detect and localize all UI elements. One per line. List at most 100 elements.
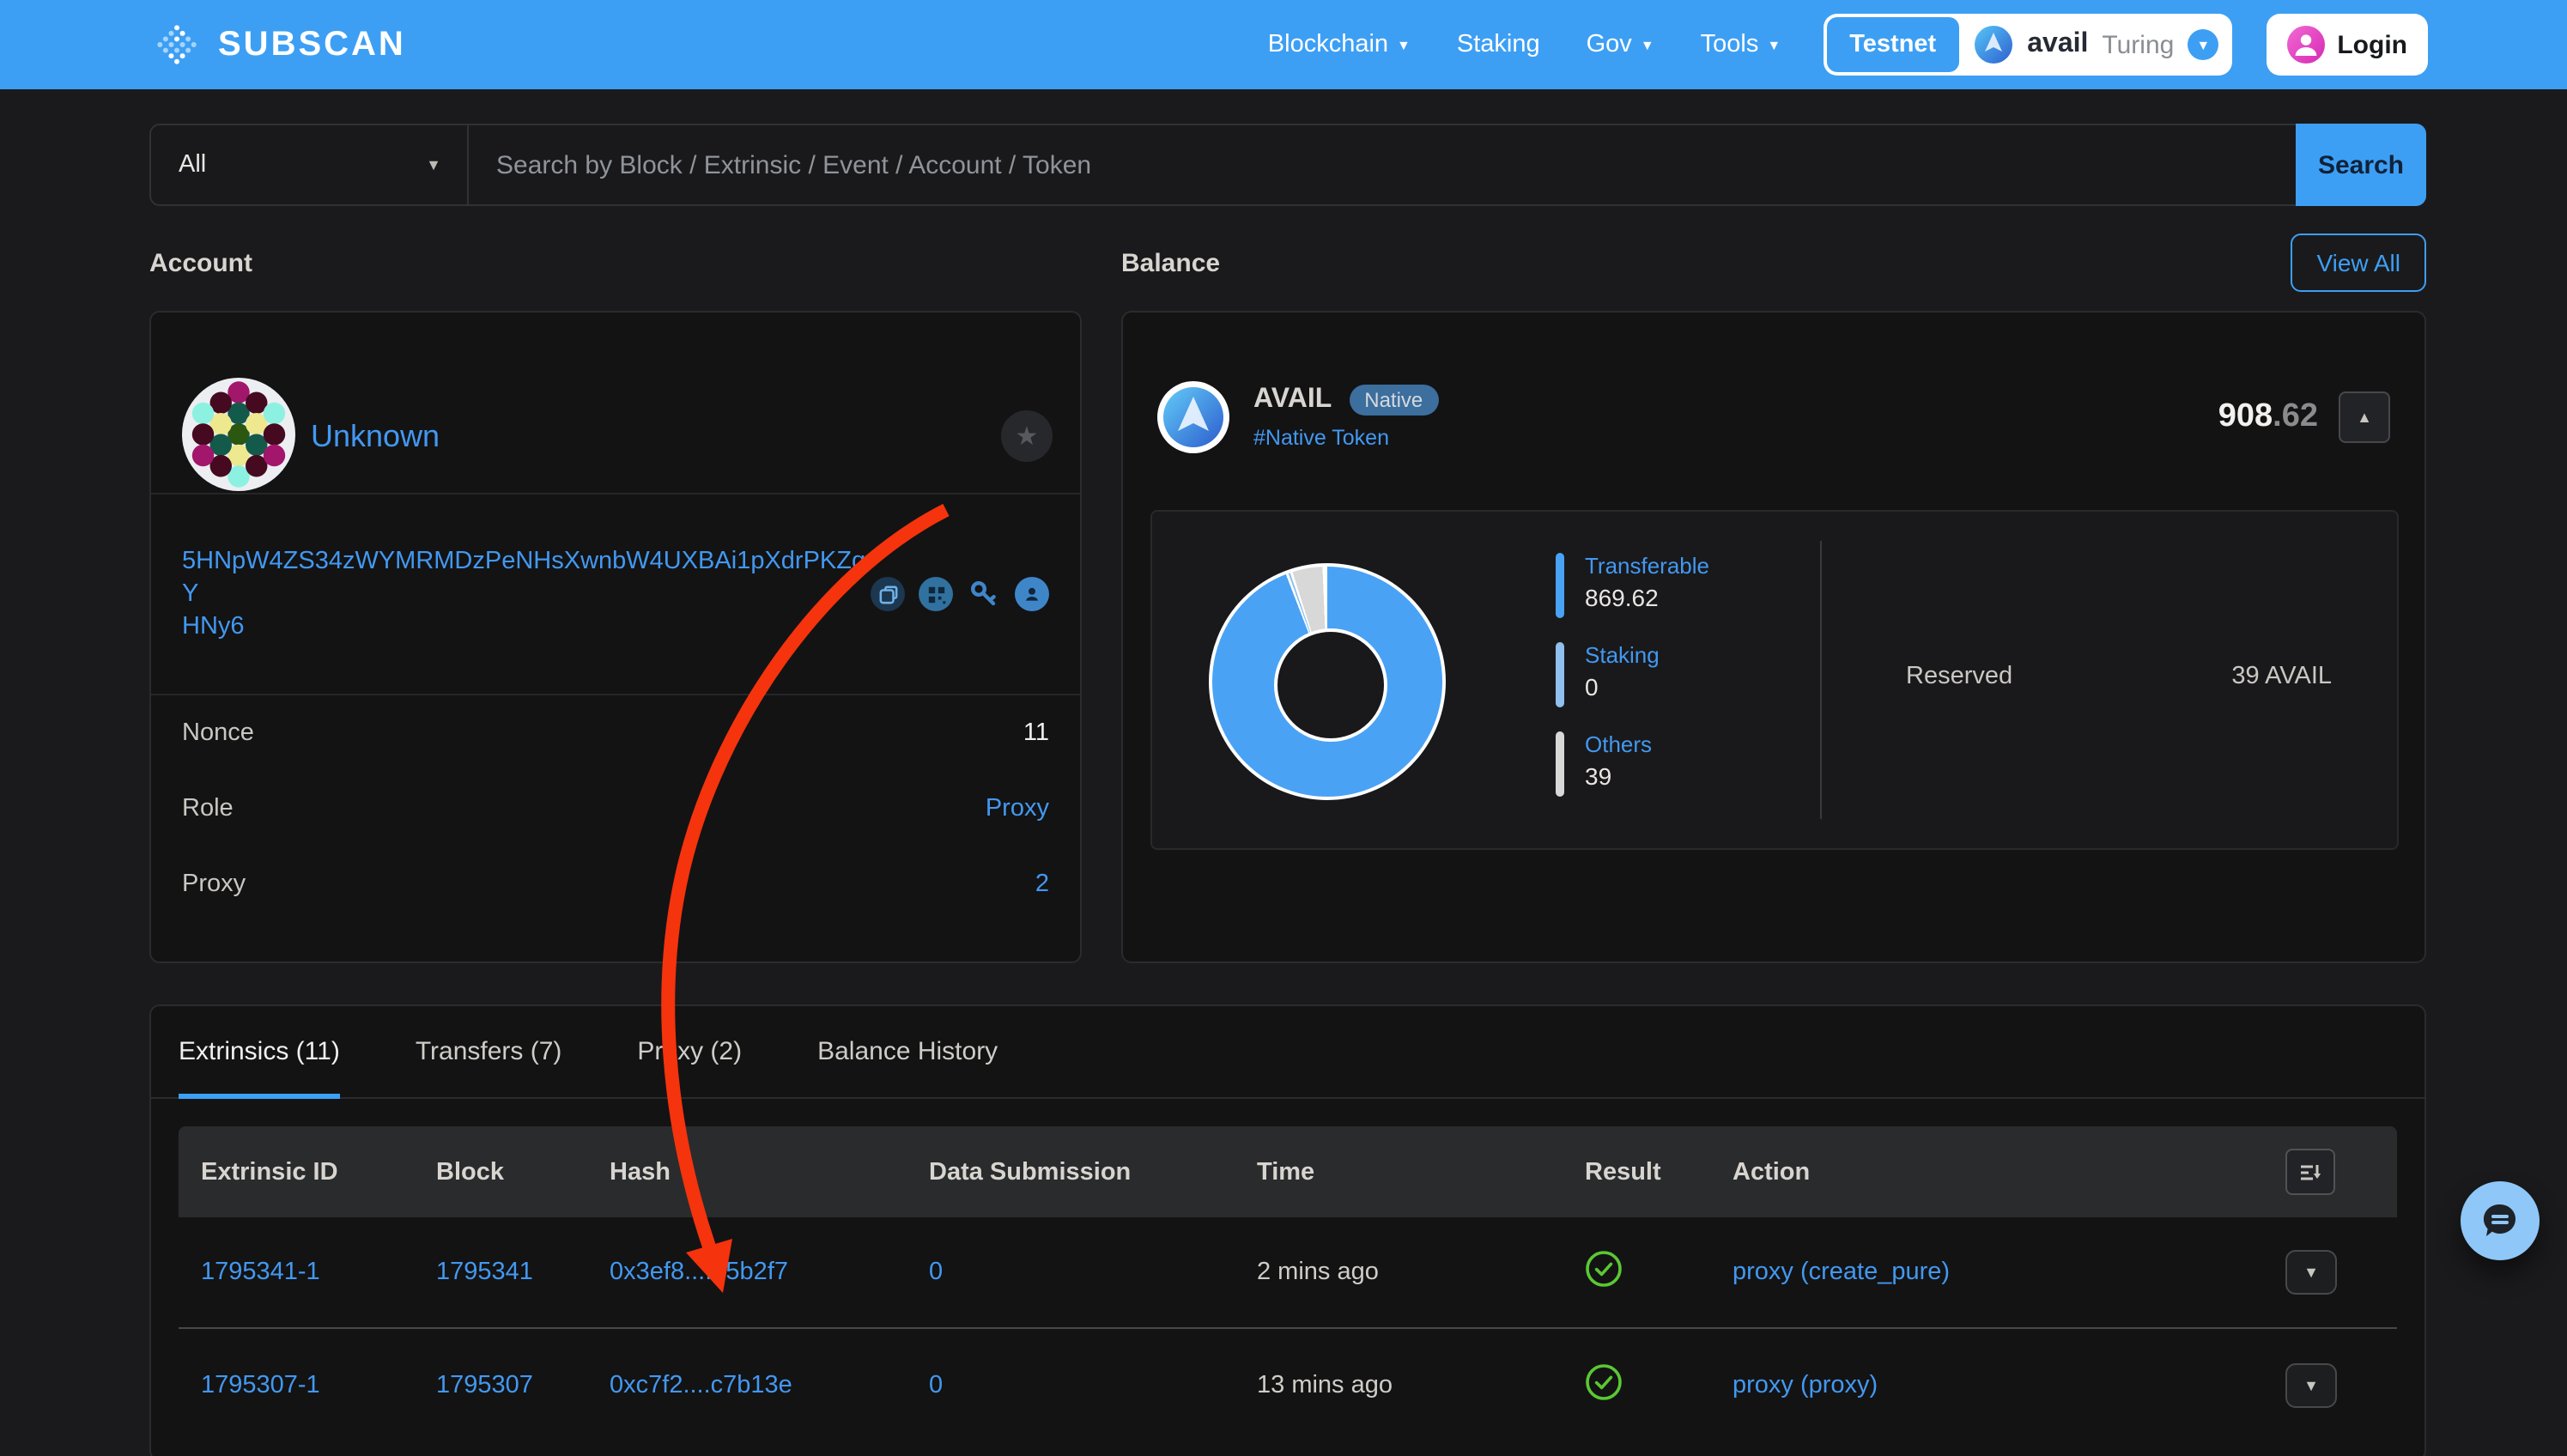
chart-legend: Transferable 869.62 Staking 0 Others 39 xyxy=(1556,553,1709,797)
success-check-icon xyxy=(1585,1250,1623,1288)
caret-down-icon: ▼ xyxy=(2303,1376,2319,1393)
data-submission-link[interactable]: 0 xyxy=(929,1259,1257,1286)
col-data-submission: Data Submission xyxy=(929,1158,1257,1186)
expand-row-button[interactable]: ▼ xyxy=(2285,1362,2337,1407)
chevron-down-icon: ▼ xyxy=(1767,39,1781,53)
extrinsics-table: Extrinsic ID Block Hash Data Submission … xyxy=(179,1126,2397,1441)
tabs: Extrinsics (11) Transfers (7) Proxy (2) … xyxy=(151,1006,2424,1099)
legend-item-transferable[interactable]: Transferable 869.62 xyxy=(1556,553,1709,618)
amount-decimal: .62 xyxy=(2273,398,2318,434)
col-result: Result xyxy=(1585,1158,1733,1186)
chevron-down-icon: ▼ xyxy=(426,156,441,173)
action-link[interactable]: proxy (create_pure) xyxy=(1733,1259,2285,1286)
col-hash: Hash xyxy=(610,1158,929,1186)
field-value-link[interactable]: Proxy xyxy=(986,795,1049,822)
chat-support-button[interactable] xyxy=(2461,1181,2540,1260)
nav-label: Staking xyxy=(1457,31,1540,58)
tab-balance-history[interactable]: Balance History xyxy=(817,1005,998,1098)
cards-row: Unknown ★ 5HNpW4ZS34zWYMRMDzPeNHsXwnbW4U… xyxy=(149,294,2426,963)
expand-row-button[interactable]: ▼ xyxy=(2285,1250,2337,1295)
nav-label: Tools xyxy=(1701,31,1759,58)
result-cell xyxy=(1585,1362,1733,1407)
balance-chart-panel: Transferable 869.62 Staking 0 Others 39 xyxy=(1150,510,2399,850)
network-selector[interactable]: Testnet avail Turing ▼ xyxy=(1824,14,2232,76)
action-link[interactable]: proxy (proxy) xyxy=(1733,1371,2285,1398)
time-cell: 2 mins ago xyxy=(1257,1259,1585,1286)
account-section-title: Account xyxy=(149,248,252,277)
balance-section-title: Balance xyxy=(1121,248,1220,277)
data-submission-link[interactable]: 0 xyxy=(929,1371,1257,1398)
col-action: Action xyxy=(1733,1158,2285,1186)
user-icon xyxy=(2287,26,2325,64)
legend-label: Others xyxy=(1585,731,1652,757)
reserved-value: 39 AVAIL xyxy=(2231,663,2332,690)
chevron-down-icon[interactable]: ▼ xyxy=(2188,29,2218,60)
legend-item-others[interactable]: Others 39 xyxy=(1556,731,1709,797)
legend-label: Transferable xyxy=(1585,553,1709,579)
field-value: 11 xyxy=(1023,719,1049,747)
legend-swatch xyxy=(1556,642,1564,707)
collapse-button[interactable]: ▲ xyxy=(2339,391,2390,443)
legend-swatch xyxy=(1556,731,1564,797)
chevron-down-icon: ▼ xyxy=(1641,39,1654,53)
nav-item-staking[interactable]: Staking xyxy=(1457,31,1540,58)
extrinsic-id-link[interactable]: 1795307-1 xyxy=(201,1371,436,1398)
nav-item-tools[interactable]: Tools ▼ xyxy=(1701,31,1781,58)
hash-link[interactable]: 0xc7f2....c7b13e xyxy=(610,1371,929,1398)
login-button[interactable]: Login xyxy=(2267,14,2428,76)
favorite-star-button[interactable]: ★ xyxy=(1001,410,1053,462)
view-all-button[interactable]: View All xyxy=(2291,234,2426,292)
hash-link[interactable]: 0x3ef8....55b2f7 xyxy=(610,1259,929,1286)
nav-label: Gov xyxy=(1587,31,1632,58)
subscan-logo-icon xyxy=(151,19,203,70)
avail-logo-icon xyxy=(1972,24,2013,65)
caret-up-icon: ▲ xyxy=(2357,409,2372,426)
section-headers: Account Balance View All xyxy=(149,206,2426,294)
search-filter-dropdown[interactable]: All ▼ xyxy=(151,125,469,204)
search-button[interactable]: Search xyxy=(2296,124,2426,206)
tab-proxy[interactable]: Proxy (2) xyxy=(637,1005,742,1098)
account-profile-icon[interactable] xyxy=(1015,577,1049,611)
table-row: 1795307-1 1795307 0xc7f2....c7b13e 0 13 … xyxy=(179,1329,2397,1441)
balance-card: AVAIL Native #Native Token 908.62 ▲ Tran… xyxy=(1121,311,2426,963)
address-actions xyxy=(871,577,1049,611)
col-extrinsic-id: Extrinsic ID xyxy=(201,1158,436,1186)
qr-code-icon[interactable] xyxy=(919,577,953,611)
chevron-down-icon: ▼ xyxy=(1397,39,1411,53)
copy-icon[interactable] xyxy=(871,577,905,611)
nav-label: Blockchain xyxy=(1268,31,1388,58)
account-address[interactable]: 5HNpW4ZS34zWYMRMDzPeNHsXwnbW4UXBAi1pXdrP… xyxy=(182,545,869,643)
subscan-logo[interactable]: SUBSCAN xyxy=(151,19,406,70)
legend-item-staking[interactable]: Staking 0 xyxy=(1556,642,1709,707)
tab-transfers[interactable]: Transfers (7) xyxy=(416,1005,562,1098)
col-block: Block xyxy=(436,1158,610,1186)
success-check-icon xyxy=(1585,1362,1623,1400)
legend-value: 39 xyxy=(1585,762,1652,790)
navbar: SUBSCAN Blockchain ▼ Staking Gov ▼ Tools… xyxy=(0,0,2567,89)
block-link[interactable]: 1795307 xyxy=(436,1371,610,1398)
search-bar: All ▼ Search xyxy=(149,124,2426,206)
testnet-badge[interactable]: Testnet xyxy=(1827,17,1958,72)
network-name: avail xyxy=(2027,29,2088,60)
field-value-link[interactable]: 2 xyxy=(1035,871,1049,898)
legend-label: Staking xyxy=(1585,642,1660,668)
activity-card: Extrinsics (11) Transfers (7) Proxy (2) … xyxy=(149,1004,2426,1456)
nav-item-gov[interactable]: Gov ▼ xyxy=(1587,31,1654,58)
sort-icon xyxy=(2299,1162,2321,1182)
native-token-link[interactable]: #Native Token xyxy=(1253,426,1438,450)
search-input[interactable] xyxy=(469,125,2297,204)
star-icon: ★ xyxy=(1016,423,1039,449)
account-header: Unknown ★ xyxy=(151,312,1080,493)
tab-extrinsics[interactable]: Extrinsics (11) xyxy=(179,1005,340,1098)
block-link[interactable]: 1795341 xyxy=(436,1259,610,1286)
account-fields: Nonce 11 Role Proxy Proxy 2 xyxy=(151,694,1080,922)
key-icon[interactable] xyxy=(967,577,1001,611)
legend-value: 869.62 xyxy=(1585,584,1709,611)
login-label: Login xyxy=(2337,30,2407,59)
field-row-proxy: Proxy 2 xyxy=(182,846,1049,922)
account-display-name[interactable]: Unknown xyxy=(311,419,440,455)
extrinsic-id-link[interactable]: 1795341-1 xyxy=(201,1259,436,1286)
sort-filter-button[interactable] xyxy=(2285,1149,2335,1195)
result-cell xyxy=(1585,1250,1733,1295)
nav-item-blockchain[interactable]: Blockchain ▼ xyxy=(1268,31,1411,58)
